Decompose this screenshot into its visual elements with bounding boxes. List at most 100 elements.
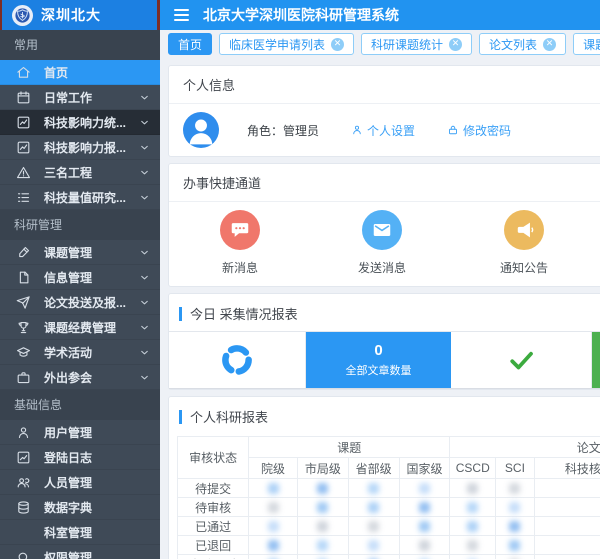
report-count-link[interactable] — [467, 521, 478, 532]
tab[interactable]: 课题费用报表✕ — [573, 33, 600, 55]
quick-channel-item[interactable]: 新消息 — [169, 210, 311, 276]
document-icon — [16, 270, 31, 285]
row-status-label: 已退回 — [178, 536, 249, 555]
title-bar: 北京大学深圳医院科研管理系统 — [160, 0, 600, 30]
megaphone-icon — [504, 210, 544, 250]
hospital-logo-icon — [12, 5, 33, 26]
report-count-link[interactable] — [368, 483, 379, 494]
section-title: 个人科研报表 — [169, 397, 600, 434]
report-count-link[interactable] — [268, 483, 279, 494]
report-count-link[interactable] — [467, 502, 478, 513]
sidebar-item[interactable]: 科技量值研究... — [0, 185, 160, 210]
report-count-link[interactable] — [419, 540, 430, 551]
content-area: 个人信息 角色：管理员 个人设置 修改密码 — [160, 58, 600, 559]
avatar — [183, 112, 219, 148]
sidebar-item[interactable]: 科技影响力统... — [0, 110, 160, 135]
sidebar-item[interactable]: 信息管理 — [0, 265, 160, 290]
link-label: 个人设置 — [367, 122, 415, 139]
tab-label: 首页 — [178, 36, 202, 53]
close-icon[interactable]: ✕ — [449, 38, 462, 51]
change-password-link[interactable]: 修改密码 — [447, 122, 511, 139]
sidebar-item[interactable]: 人员管理 — [0, 470, 160, 495]
report-count-link[interactable] — [419, 521, 430, 532]
report-count-link[interactable] — [317, 540, 328, 551]
report-count-link[interactable] — [467, 540, 478, 551]
search-icon — [16, 550, 31, 559]
sidebar-item[interactable]: 登陆日志 — [0, 445, 160, 470]
link-label: 修改密码 — [463, 122, 511, 139]
table-corner-header: 审核状态 — [178, 437, 249, 479]
sidebar-item[interactable]: 三名工程 — [0, 160, 160, 185]
report-count-cell — [249, 479, 298, 498]
user-role: 角色：管理员 — [247, 122, 319, 139]
report-count-link[interactable] — [419, 502, 430, 513]
report-count-link[interactable] — [509, 521, 520, 532]
report-count-link[interactable] — [509, 483, 520, 494]
tab[interactable]: 临床医学申请列表✕ — [219, 33, 354, 55]
quick-channel-item[interactable]: 发送消息 — [311, 210, 453, 276]
report-count-cell — [496, 479, 535, 498]
briefcase-icon — [16, 370, 31, 385]
chevron-down-icon — [139, 372, 150, 383]
sidebar-item[interactable]: 课题管理 — [0, 240, 160, 265]
report-count-cell — [534, 536, 600, 555]
quick-channel-item[interactable]: 通知公告 — [453, 210, 595, 276]
report-count-link[interactable] — [368, 502, 379, 513]
menu-toggle-icon[interactable] — [174, 9, 189, 21]
sidebar-item[interactable]: 权限管理 — [0, 545, 160, 559]
quick-channel-label: 发送消息 — [358, 259, 406, 276]
report-count-link[interactable] — [268, 521, 279, 532]
sidebar-item-label: 登陆日志 — [44, 449, 150, 466]
report-count-cell — [348, 517, 399, 536]
sidebar-item[interactable]: 外出参会 — [0, 365, 160, 390]
report-count-link[interactable] — [317, 483, 328, 494]
sidebar-item[interactable]: 科室管理 — [0, 520, 160, 545]
tab[interactable]: 科研课题统计✕ — [361, 33, 472, 55]
sidebar-item-label: 人员管理 — [44, 474, 150, 491]
role-label: 角色： — [247, 124, 283, 138]
close-icon[interactable]: ✕ — [331, 38, 344, 51]
tab[interactable]: 首页 — [168, 33, 212, 55]
report-count-link[interactable] — [268, 502, 279, 513]
report-count-link[interactable] — [419, 483, 430, 494]
report-count-link[interactable] — [368, 540, 379, 551]
report-count-link[interactable] — [509, 540, 520, 551]
sidebar-item[interactable]: 学术活动 — [0, 340, 160, 365]
report-count-link[interactable] — [467, 483, 478, 494]
report-count-cell — [297, 479, 348, 498]
sidebar-item[interactable]: 首页 — [0, 60, 160, 85]
open-tabs-bar: 首页临床医学申请列表✕科研课题统计✕论文列表✕课题费用报表✕用户列表✕ — [160, 30, 600, 58]
report-count-cell — [249, 498, 298, 517]
table-col-header: 市局级 — [297, 458, 348, 479]
chevron-down-icon — [139, 167, 150, 178]
person-mini-icon — [351, 124, 363, 136]
sidebar-item[interactable]: 科技影响力报... — [0, 135, 160, 160]
report-count-link[interactable] — [317, 521, 328, 532]
personal-report-panel: 个人科研报表 审核状态课题论文院级市局级省部级国家级CSCDSCI科技核心（统计… — [168, 396, 600, 559]
close-icon[interactable]: ✕ — [543, 38, 556, 51]
personal-settings-link[interactable]: 个人设置 — [351, 122, 415, 139]
tab[interactable]: 论文列表✕ — [479, 33, 566, 55]
trophy-icon — [16, 320, 31, 335]
report-count-link[interactable] — [368, 521, 379, 532]
sidebar-item[interactable]: 数据字典 — [0, 495, 160, 520]
report-count-cell — [249, 555, 298, 559]
section-title-text: 个人科研报表 — [190, 407, 268, 426]
home-icon — [16, 65, 31, 80]
report-count-link[interactable] — [317, 502, 328, 513]
sidebar-item[interactable]: 课题经费管理 — [0, 315, 160, 340]
sidebar-item[interactable]: 用户管理 — [0, 420, 160, 445]
report-count-cell — [348, 479, 399, 498]
sidebar-item-label: 日常工作 — [44, 89, 139, 106]
database-icon — [16, 500, 31, 515]
report-count-cell — [249, 517, 298, 536]
sidebar-item[interactable]: 日常工作 — [0, 85, 160, 110]
sidebar-item-label: 外出参会 — [44, 369, 139, 386]
report-count-link[interactable] — [509, 502, 520, 513]
report-count-link[interactable] — [268, 540, 279, 551]
report-count-cell — [534, 479, 600, 498]
app-window: 深圳北大 北京大学深圳医院科研管理系统 常用首页日常工作科技影响力统...科技影… — [0, 0, 600, 559]
report-count-cell — [450, 498, 496, 517]
sidebar-item[interactable]: 论文投送及报... — [0, 290, 160, 315]
row-status-label: 待提交 — [178, 479, 249, 498]
